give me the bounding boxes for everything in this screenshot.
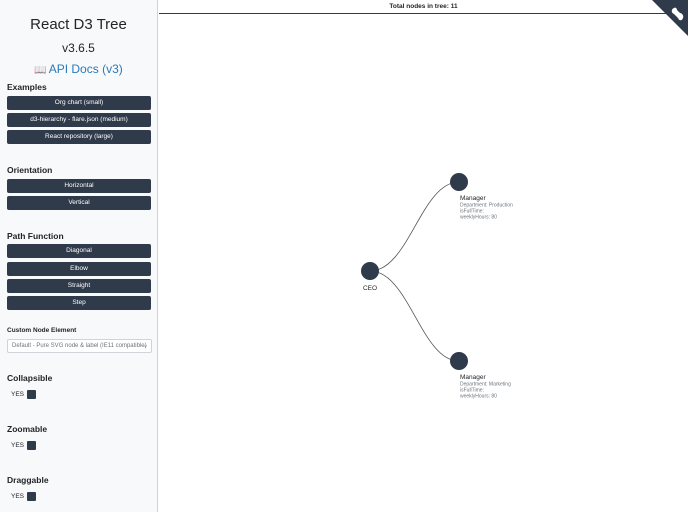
orientation-title: Orientation — [7, 165, 53, 175]
collapsible-toggle-label: YES — [11, 390, 25, 398]
orientation-vertical-button[interactable]: Vertical — [7, 196, 151, 210]
example-flare-button[interactable]: d3-hierarchy - flare.json (medium) — [7, 113, 151, 127]
api-docs-label: API Docs (v3) — [48, 62, 123, 76]
draggable-title: Draggable — [7, 475, 49, 485]
custom-node-select[interactable]: Default - Pure SVG node & label (IE11 co… — [7, 339, 152, 353]
tree-canvas[interactable]: Total nodes in tree: 11 CEO Manager Depa… — [159, 0, 688, 512]
app-title: React D3 Tree — [30, 16, 127, 33]
zoomable-toggle-switch[interactable] — [27, 440, 36, 450]
app: React D3 Tree v3.6.5 📖 API Docs (v3) Exam… — [0, 0, 688, 512]
orientation-horizontal-button[interactable]: Horizontal — [7, 179, 151, 193]
collapsible-toggle[interactable]: YES — [7, 388, 41, 400]
github-corner-icon[interactable] — [652, 0, 688, 36]
chevron-down-icon: ⌄ — [142, 343, 148, 349]
api-docs-link[interactable]: 📖 API Docs (v3) — [0, 62, 157, 76]
tree-node-root[interactable]: CEO — [361, 262, 379, 292]
draggable-toggle[interactable]: YES — [7, 490, 41, 502]
node-circle[interactable] — [361, 262, 379, 280]
zoomable-title: Zoomable — [7, 424, 48, 434]
sidebar: React D3 Tree v3.6.5 📖 API Docs (v3) Exam… — [0, 0, 158, 512]
book-icon: 📖 — [34, 65, 47, 76]
tree-node-child[interactable]: Manager Department: Marketing isFullTime… — [450, 352, 511, 400]
custom-node-select-value: Default - Pure SVG node & label (IE11 co… — [12, 343, 147, 349]
custom-node-title: Custom Node Element — [7, 327, 77, 334]
examples-title: Examples — [7, 82, 47, 92]
tree-link — [369, 181, 460, 272]
version-label: v3.6.5 — [62, 41, 95, 55]
tree-link — [369, 270, 460, 362]
node-circle[interactable] — [450, 352, 468, 370]
path-elbow-button[interactable]: Elbow — [7, 262, 151, 276]
draggable-toggle-label: YES — [11, 492, 25, 500]
collapsible-title: Collapsible — [7, 373, 53, 383]
collapsible-toggle-switch[interactable] — [27, 389, 36, 399]
node-circle[interactable] — [450, 173, 468, 191]
draggable-toggle-switch[interactable] — [27, 491, 36, 501]
path-function-title: Path Function — [7, 231, 64, 241]
tree-node-child[interactable]: Manager Department: Production isFullTim… — [450, 173, 513, 221]
path-step-button[interactable]: Step — [7, 296, 151, 310]
node-attribute: weeklyHours: 80 — [460, 394, 497, 400]
path-diagonal-button[interactable]: Diagonal — [7, 244, 151, 258]
zoomable-toggle[interactable]: YES — [7, 439, 41, 451]
tree-svg[interactable]: CEO Manager Department: Production isFul… — [159, 0, 688, 512]
example-react-repo-button[interactable]: React repository (large) — [7, 130, 151, 144]
node-name: Manager — [460, 195, 486, 202]
zoomable-toggle-label: YES — [11, 441, 25, 449]
path-straight-button[interactable]: Straight — [7, 279, 151, 293]
node-attribute: weeklyHours: 80 — [460, 215, 497, 221]
node-name: CEO — [363, 285, 377, 292]
example-org-chart-button[interactable]: Org chart (small) — [7, 96, 151, 110]
node-name: Manager — [460, 374, 486, 381]
